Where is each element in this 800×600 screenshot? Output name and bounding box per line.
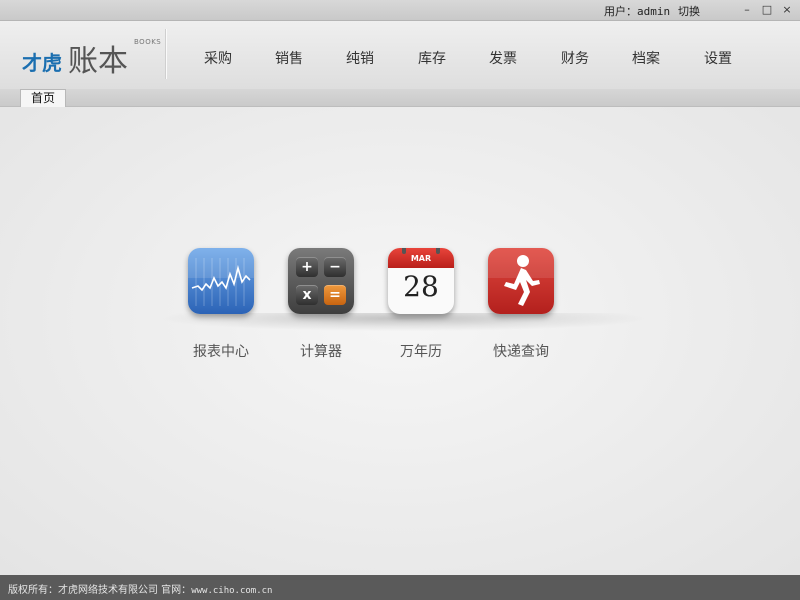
minimize-icon[interactable]: – xyxy=(740,3,754,17)
tab-home[interactable]: 首页 xyxy=(20,89,66,108)
calculator-icon: + − x = xyxy=(288,248,354,314)
tile-express-query[interactable]: 快递查询 xyxy=(471,248,571,361)
nav-net-sales[interactable]: 纯销 xyxy=(324,48,396,68)
chart-icon xyxy=(188,248,254,314)
maximize-icon[interactable]: □ xyxy=(760,3,774,17)
logo-divider xyxy=(165,29,166,79)
user-label: 用户： xyxy=(604,5,637,18)
tile-label: 万年历 xyxy=(400,344,442,360)
tile-label: 快递查询 xyxy=(493,344,549,360)
runner-icon xyxy=(488,248,554,314)
tile-label: 计算器 xyxy=(300,344,342,360)
user-info: 用户：admin xyxy=(604,3,670,19)
calc-key-times: x xyxy=(296,285,318,305)
nav-purchase[interactable]: 采购 xyxy=(182,48,254,68)
nav-archive[interactable]: 档案 xyxy=(610,48,682,68)
calendar-month: MAR xyxy=(410,254,432,263)
calendar-icon: MAR 28 xyxy=(388,248,454,314)
tile-label: 报表中心 xyxy=(193,344,249,360)
status-bar: 版权所有：才虎网络技术有限公司 官网：www.ciho.com.cn xyxy=(0,575,800,600)
close-icon[interactable]: × xyxy=(780,3,794,17)
logo-subtitle: BOOKS xyxy=(134,38,162,46)
logo-brand: 才虎 xyxy=(22,51,62,75)
nav-invoice[interactable]: 发票 xyxy=(467,48,539,68)
user-name: admin xyxy=(637,5,671,18)
tile-report-center[interactable]: 报表中心 xyxy=(171,248,271,361)
logo-title: 账本 xyxy=(68,44,128,79)
nav-inventory[interactable]: 库存 xyxy=(396,48,468,68)
tab-bar: 首页 xyxy=(0,89,800,108)
tile-calendar[interactable]: MAR 28 万年历 xyxy=(371,248,471,361)
home-panel: 报表中心 + − x = 计算器 MAR 28 万年历 快递查询 xyxy=(0,107,800,575)
nav-sales[interactable]: 销售 xyxy=(253,48,325,68)
website-link[interactable]: www.ciho.com.cn xyxy=(191,586,272,596)
switch-user-link[interactable]: 切换 xyxy=(678,3,700,19)
app-header: 才虎 账本 BOOKS 采购 销售 纯销 库存 发票 财务 档案 设置 xyxy=(0,21,800,89)
title-bar: 用户：admin 切换 – □ × xyxy=(0,0,800,21)
copyright-label: 版权所有：才虎网络技术有限公司 官网： xyxy=(8,585,192,596)
nav-finance[interactable]: 财务 xyxy=(539,48,611,68)
calendar-day: 28 xyxy=(403,270,439,303)
calc-key-minus: − xyxy=(324,257,346,277)
copyright-text: 版权所有：才虎网络技术有限公司 官网：www.ciho.com.cn xyxy=(8,581,272,596)
nav-settings[interactable]: 设置 xyxy=(682,48,754,68)
calc-key-equals: = xyxy=(324,285,346,305)
tile-calculator[interactable]: + − x = 计算器 xyxy=(271,248,371,361)
calc-key-plus: + xyxy=(296,257,318,277)
